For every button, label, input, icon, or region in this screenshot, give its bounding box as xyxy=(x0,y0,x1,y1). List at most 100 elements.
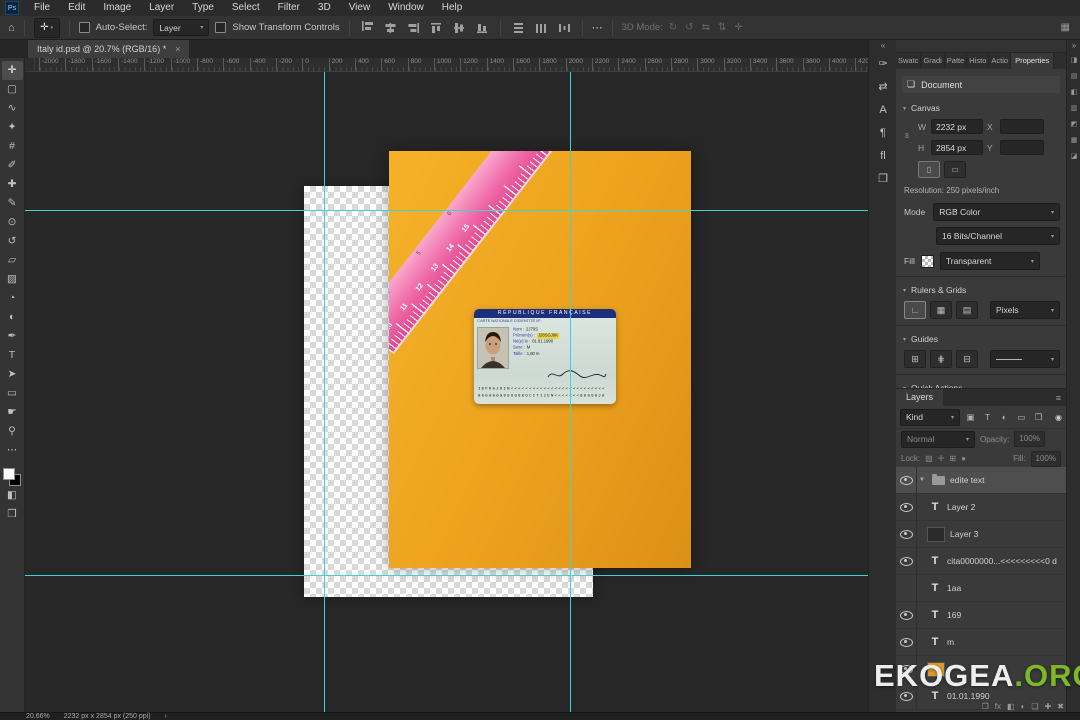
auto-select-checkbox[interactable] xyxy=(78,22,90,33)
visibility-toggle[interactable] xyxy=(896,575,917,601)
gradient-tool[interactable]: ▨ xyxy=(2,270,23,289)
panel-dock-icon[interactable]: ◧ xyxy=(1068,84,1080,100)
collapse-dock-icon[interactable]: » xyxy=(1072,40,1076,52)
panel-tab[interactable]: Gradi xyxy=(921,53,945,69)
filter-kind-dropdown[interactable]: Kind ▾ xyxy=(900,408,960,426)
pen-tool[interactable]: ✒ xyxy=(2,327,23,346)
color-mode-dropdown[interactable]: RGB Color ▾ xyxy=(933,203,1060,221)
toggle-snap-button[interactable]: ▤ xyxy=(956,301,978,319)
show-transform-checkbox[interactable] xyxy=(215,22,227,33)
link-dimensions-icon[interactable]: ∞ xyxy=(902,133,911,139)
auto-select-scope-dropdown[interactable]: Layer ▾ xyxy=(153,19,210,36)
layer-row[interactable]: ▼ T Layer 3 xyxy=(896,521,1066,548)
delete-layer-icon[interactable]: ✖ xyxy=(1057,702,1064,711)
panel-dock-icon[interactable]: ◨ xyxy=(1068,52,1080,68)
align-top-icon[interactable] xyxy=(428,20,445,36)
menu-item[interactable]: Layer xyxy=(140,0,183,16)
align-left-icon[interactable] xyxy=(359,20,376,36)
lock-pixels-icon[interactable]: ✛ xyxy=(938,454,945,463)
lock-transparency-icon[interactable]: ▨ xyxy=(925,454,933,463)
lock-guides-button[interactable]: ⋕ xyxy=(930,350,952,368)
blend-mode-dropdown[interactable]: Normal ▾ xyxy=(901,430,975,448)
document-tab[interactable]: Italy id.psd @ 20.7% (RGB/16) * × xyxy=(28,40,190,58)
blur-tool[interactable]: ◔ xyxy=(2,289,23,308)
quick-selection-tool[interactable]: ✦ xyxy=(2,118,23,137)
menu-item[interactable]: Window xyxy=(379,0,433,16)
eyedropper-tool[interactable]: ✐ xyxy=(2,156,23,175)
panel-dock-icon[interactable]: ◩ xyxy=(1068,116,1080,132)
guide-horizontal[interactable] xyxy=(25,575,868,576)
crop-tool[interactable]: # xyxy=(2,137,23,156)
history-brush-tool[interactable]: ↺ xyxy=(2,232,23,251)
landscape-orientation-button[interactable]: ▭ xyxy=(944,161,966,178)
shape-tool[interactable]: ▭ xyxy=(2,384,23,403)
visibility-toggle[interactable] xyxy=(896,548,917,574)
canvas-section-header[interactable]: ▾ Canvas xyxy=(896,101,1066,115)
menu-item[interactable]: 3D xyxy=(309,0,340,16)
layer-filter-toggle[interactable]: ◉ xyxy=(1055,413,1062,422)
link-layers-icon[interactable]: ❐ xyxy=(982,702,989,711)
layer-row[interactable]: ▼ T Layer 2 xyxy=(896,494,1066,521)
menu-item[interactable]: View xyxy=(340,0,380,16)
visibility-toggle[interactable] xyxy=(896,629,917,655)
clear-guides-button[interactable]: ⊟ xyxy=(956,350,978,368)
status-chevron-icon[interactable]: › xyxy=(165,713,167,720)
type-tool[interactable]: T xyxy=(2,346,23,365)
tab-layers[interactable]: Layers xyxy=(896,389,944,406)
opacity-field[interactable]: 100% xyxy=(1014,431,1045,447)
distribute-horizontal-icon[interactable] xyxy=(533,20,550,36)
type-filter-icon[interactable]: T xyxy=(980,410,995,425)
align-bottom-icon[interactable] xyxy=(474,20,491,36)
panel-dock-icon[interactable]: ▥ xyxy=(1068,100,1080,116)
panel-dock-icon[interactable]: ◪ xyxy=(1068,148,1080,164)
panel-tab[interactable]: Swatc xyxy=(896,53,922,69)
more-tools[interactable]: ⋯ xyxy=(2,441,23,460)
dodge-tool[interactable]: ◐ xyxy=(2,308,23,327)
foreground-color-swatch[interactable] xyxy=(3,468,15,480)
move-tool[interactable]: ✛ xyxy=(1,61,23,80)
layer-row[interactable]: ▼ T edite text xyxy=(896,467,1066,494)
home-icon[interactable]: ⌂ xyxy=(8,22,15,34)
clone-source-panel-icon[interactable]: ❐ xyxy=(871,167,895,190)
active-tool-preset[interactable]: ✛ ▾ xyxy=(33,17,60,38)
units-dropdown[interactable]: Pixels ▾ xyxy=(990,301,1060,319)
zoom-level[interactable]: 20.66% xyxy=(26,713,50,720)
menu-item[interactable]: Select xyxy=(223,0,269,16)
layer-row[interactable]: ▼ T cita0000000...<<<<<<<<<0 d xyxy=(896,548,1066,575)
canvas-viewport[interactable]: 456 10 11 12 13 14 15 RÉPUBLIQUE FRANÇAISE CA… xyxy=(25,72,868,712)
x-field[interactable] xyxy=(1000,119,1044,134)
marquee-tool[interactable]: ▢ xyxy=(2,80,23,99)
y-field[interactable] xyxy=(1000,140,1044,155)
visibility-toggle[interactable] xyxy=(896,467,917,493)
new-layer-icon[interactable]: ✚ xyxy=(1045,702,1052,711)
visibility-toggle[interactable] xyxy=(896,602,917,628)
more-options-icon[interactable]: ⋯ xyxy=(592,21,603,34)
menu-item[interactable]: Edit xyxy=(59,0,94,16)
width-field[interactable]: 2232 px xyxy=(931,119,983,134)
zoom-tool[interactable]: ⚲ xyxy=(2,422,23,441)
quick-mask-button[interactable]: ◧ xyxy=(2,486,23,505)
workspace-switcher-icon[interactable]: ▦ xyxy=(1061,22,1070,33)
align-center-horizontal-icon[interactable] xyxy=(382,20,399,36)
panel-tab[interactable]: Histo xyxy=(967,53,990,69)
eraser-tool[interactable]: ▱ xyxy=(2,251,23,270)
pixel-filter-icon[interactable]: ▣ xyxy=(963,410,978,425)
panel-tab[interactable]: Patte xyxy=(945,53,968,69)
smart-object-filter-icon[interactable]: ❒ xyxy=(1031,410,1046,425)
menu-item[interactable]: File xyxy=(25,0,59,16)
visibility-toggle[interactable] xyxy=(896,521,917,547)
screen-mode-button[interactable]: ❒ xyxy=(2,505,23,524)
group-chevron-icon[interactable]: ▼ xyxy=(917,477,927,483)
guide-horizontal[interactable] xyxy=(25,210,868,211)
character-panel-icon[interactable]: A xyxy=(871,98,895,121)
align-right-icon[interactable] xyxy=(405,20,422,36)
toggle-rulers-button[interactable]: ∟ xyxy=(904,301,926,319)
lock-position-icon[interactable]: ⊞ xyxy=(949,454,956,463)
hand-tool[interactable]: ☛ xyxy=(2,403,23,422)
layer-mask-icon[interactable]: ◧ xyxy=(1007,702,1015,711)
color-swatches[interactable] xyxy=(3,468,21,486)
canvas-fill-dropdown[interactable]: Transparent ▾ xyxy=(939,252,1040,270)
close-icon[interactable]: × xyxy=(175,44,180,54)
adjustment-layer-icon[interactable]: ◐ xyxy=(1021,702,1026,711)
guides-section-header[interactable]: ▾ Guides xyxy=(896,332,1066,346)
